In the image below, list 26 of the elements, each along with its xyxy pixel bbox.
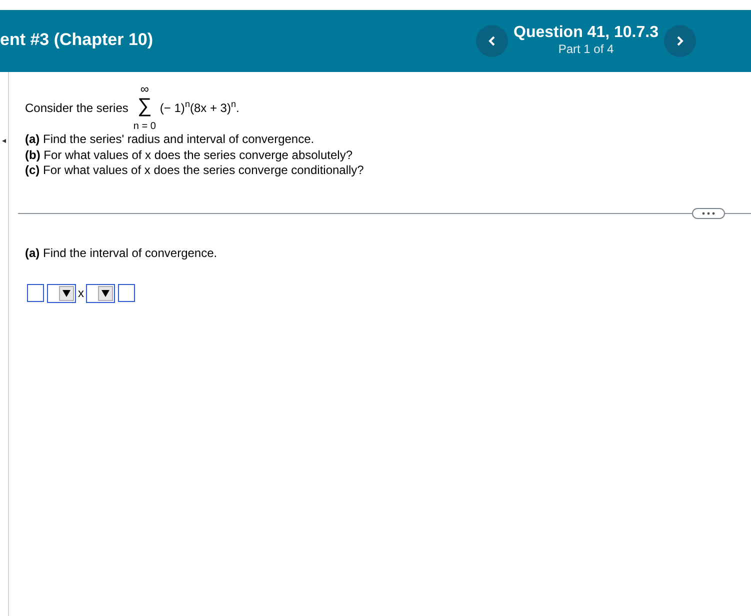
chevron-right-icon [676, 36, 684, 46]
answer-prompt: (a) Find the interval of convergence. [24, 244, 218, 262]
series-intro: Consider the series [25, 100, 128, 116]
question-part: (a) Find the series' radius and interval of convergence. [25, 132, 316, 148]
series-term: (− 1)$^{n}$(8x + 3)$^{n}$. [160, 98, 240, 116]
question-part: (c) For what values of x does the series converge conditionally? [25, 163, 365, 178]
question-title: Question 41, 10.7.3 [512, 22, 660, 42]
assignment-title: ent #3 (Chapter 10) [0, 28, 154, 51]
ellipsis-icon [702, 212, 715, 215]
sum-lower-limit: n = 0 [133, 122, 156, 132]
previous-button[interactable] [476, 25, 508, 57]
chevron-left-icon [488, 36, 496, 46]
question-part: (b) For what values of x does the series converge absolutely? [25, 148, 354, 163]
dropdown-field[interactable] [86, 284, 115, 302]
variable-label: x [78, 285, 84, 302]
sum-upper-limit: ∞ [140, 83, 149, 95]
more-button[interactable] [692, 208, 725, 219]
triangle-icon [2, 139, 6, 143]
caret-icon [98, 286, 113, 300]
caret-icon [59, 286, 74, 300]
answer-box[interactable] [27, 284, 44, 302]
next-button[interactable] [664, 25, 696, 57]
answer-box[interactable] [118, 284, 135, 302]
part-label: Part 1 of 4 [557, 42, 615, 56]
sigma-symbol: ∑ [138, 96, 152, 116]
dropdown-field[interactable] [47, 284, 76, 302]
